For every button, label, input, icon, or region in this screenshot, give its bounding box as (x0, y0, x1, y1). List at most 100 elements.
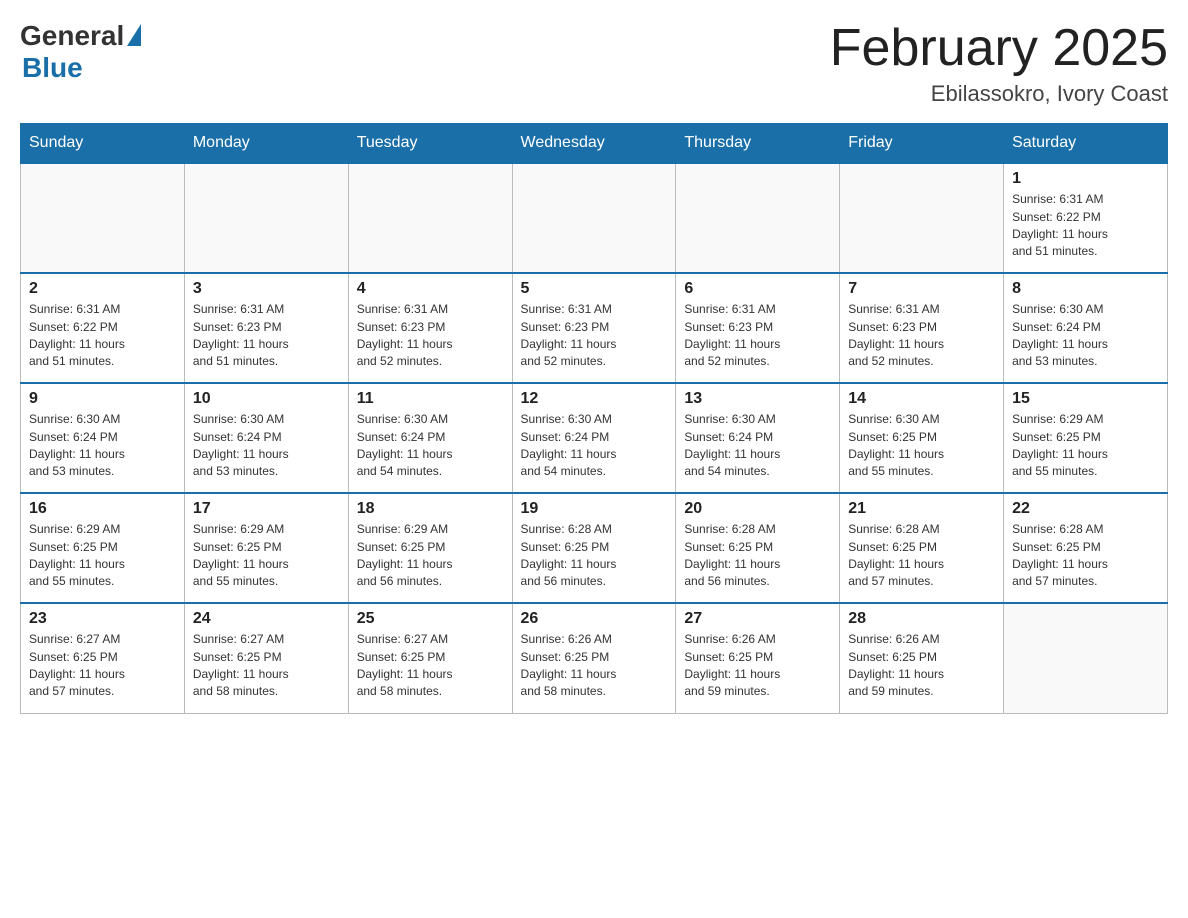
day-header-saturday: Saturday (1004, 124, 1168, 164)
day-info: Sunrise: 6:31 AMSunset: 6:23 PMDaylight:… (193, 301, 340, 371)
calendar-cell: 13 Sunrise: 6:30 AMSunset: 6:24 PMDayligh… (676, 383, 840, 493)
header: General Blue February 2025 Ebilassokro, … (20, 20, 1168, 107)
day-info: Sunrise: 6:28 AMSunset: 6:25 PMDaylight:… (1012, 521, 1159, 591)
day-info: Sunrise: 6:31 AMSunset: 6:22 PMDaylight:… (29, 301, 176, 371)
calendar-cell: 16 Sunrise: 6:29 AMSunset: 6:25 PMDayligh… (21, 493, 185, 603)
day-number: 19 (521, 500, 668, 518)
day-info: Sunrise: 6:26 AMSunset: 6:25 PMDaylight:… (521, 631, 668, 701)
calendar-cell: 18Sunrise: 6:29 AMSunset: 6:25 PMDayligh… (348, 493, 512, 603)
calendar-body: 1 Sunrise: 6:31 AMSunset: 6:22 PMDaylight… (21, 163, 1168, 713)
calendar-cell (840, 163, 1004, 273)
week-row-5: 23 Sunrise: 6:27 AMSunset: 6:25 PMDayligh… (21, 603, 1168, 713)
day-info: Sunrise: 6:30 AMSunset: 6:24 PMDaylight:… (357, 411, 504, 481)
logo: General Blue (20, 20, 141, 84)
calendar-cell: 19 Sunrise: 6:28 AMSunset: 6:25 PMDayligh… (512, 493, 676, 603)
day-number: 22 (1012, 500, 1159, 518)
day-number: 16 (29, 500, 176, 518)
day-header-monday: Monday (184, 124, 348, 164)
location-title: Ebilassokro, Ivory Coast (830, 81, 1168, 107)
calendar-cell (184, 163, 348, 273)
day-info: Sunrise: 6:29 AMSunset: 6:25 PMDaylight:… (1012, 411, 1159, 481)
logo-blue-text: Blue (22, 52, 83, 84)
day-header-sunday: Sunday (21, 124, 185, 164)
logo-general-text: General (20, 20, 124, 52)
day-info: Sunrise: 6:26 AMSunset: 6:25 PMDaylight:… (684, 631, 831, 701)
calendar-cell: 7 Sunrise: 6:31 AMSunset: 6:23 PMDaylight… (840, 273, 1004, 383)
calendar-cell: 1 Sunrise: 6:31 AMSunset: 6:22 PMDaylight… (1004, 163, 1168, 273)
day-info: Sunrise: 6:28 AMSunset: 6:25 PMDaylight:… (848, 521, 995, 591)
calendar-cell: 12 Sunrise: 6:30 AMSunset: 6:24 PMDayligh… (512, 383, 676, 493)
day-number: 2 (29, 280, 176, 298)
calendar-cell (676, 163, 840, 273)
header-row: SundayMondayTuesdayWednesdayThursdayFrid… (21, 124, 1168, 164)
calendar-cell (1004, 603, 1168, 713)
day-number: 27 (684, 610, 831, 628)
day-header-friday: Friday (840, 124, 1004, 164)
day-info: Sunrise: 6:31 AMSunset: 6:23 PMDaylight:… (357, 301, 504, 371)
day-info: Sunrise: 6:30 AMSunset: 6:24 PMDaylight:… (193, 411, 340, 481)
day-header-thursday: Thursday (676, 124, 840, 164)
calendar-cell: 27 Sunrise: 6:26 AMSunset: 6:25 PMDayligh… (676, 603, 840, 713)
calendar-cell: 20Sunrise: 6:28 AMSunset: 6:25 PMDayligh… (676, 493, 840, 603)
calendar-cell: 24 Sunrise: 6:27 AMSunset: 6:25 PMDayligh… (184, 603, 348, 713)
day-number: 12 (521, 390, 668, 408)
day-number: 24 (193, 610, 340, 628)
week-row-4: 16 Sunrise: 6:29 AMSunset: 6:25 PMDayligh… (21, 493, 1168, 603)
calendar-cell: 14 Sunrise: 6:30 AMSunset: 6:25 PMDayligh… (840, 383, 1004, 493)
calendar-cell: 10 Sunrise: 6:30 AMSunset: 6:24 PMDayligh… (184, 383, 348, 493)
day-info: Sunrise: 6:30 AMSunset: 6:24 PMDaylight:… (1012, 301, 1159, 371)
day-number: 13 (684, 390, 831, 408)
day-info: Sunrise: 6:27 AMSunset: 6:25 PMDaylight:… (193, 631, 340, 701)
calendar-cell: 5 Sunrise: 6:31 AMSunset: 6:23 PMDaylight… (512, 273, 676, 383)
day-info: Sunrise: 6:30 AMSunset: 6:24 PMDaylight:… (684, 411, 831, 481)
day-number: 9 (29, 390, 176, 408)
calendar-table: SundayMondayTuesdayWednesdayThursdayFrid… (20, 123, 1168, 714)
calendar-cell: 2 Sunrise: 6:31 AMSunset: 6:22 PMDaylight… (21, 273, 185, 383)
calendar-cell: 17Sunrise: 6:29 AMSunset: 6:25 PMDayligh… (184, 493, 348, 603)
calendar-cell: 25Sunrise: 6:27 AMSunset: 6:25 PMDayligh… (348, 603, 512, 713)
day-number: 7 (848, 280, 995, 298)
day-info: Sunrise: 6:29 AMSunset: 6:25 PMDaylight:… (29, 521, 176, 591)
day-number: 1 (1012, 170, 1159, 188)
day-info: Sunrise: 6:31 AMSunset: 6:23 PMDaylight:… (521, 301, 668, 371)
calendar-cell: 15 Sunrise: 6:29 AMSunset: 6:25 PMDayligh… (1004, 383, 1168, 493)
calendar-cell (21, 163, 185, 273)
day-number: 14 (848, 390, 995, 408)
day-number: 10 (193, 390, 340, 408)
calendar-cell: 6Sunrise: 6:31 AMSunset: 6:23 PMDaylight… (676, 273, 840, 383)
calendar-header: SundayMondayTuesdayWednesdayThursdayFrid… (21, 124, 1168, 164)
calendar-cell (512, 163, 676, 273)
day-number: 6 (684, 280, 831, 298)
logo-triangle-icon (127, 24, 141, 46)
day-info: Sunrise: 6:28 AMSunset: 6:25 PMDaylight:… (521, 521, 668, 591)
month-title: February 2025 (830, 20, 1168, 77)
calendar-cell: 21 Sunrise: 6:28 AMSunset: 6:25 PMDayligh… (840, 493, 1004, 603)
day-number: 21 (848, 500, 995, 518)
calendar-cell: 26 Sunrise: 6:26 AMSunset: 6:25 PMDayligh… (512, 603, 676, 713)
day-info: Sunrise: 6:30 AMSunset: 6:24 PMDaylight:… (521, 411, 668, 481)
day-number: 15 (1012, 390, 1159, 408)
title-area: February 2025 Ebilassokro, Ivory Coast (830, 20, 1168, 107)
day-number: 26 (521, 610, 668, 628)
calendar-cell (348, 163, 512, 273)
day-header-wednesday: Wednesday (512, 124, 676, 164)
week-row-1: 1 Sunrise: 6:31 AMSunset: 6:22 PMDaylight… (21, 163, 1168, 273)
day-number: 25 (357, 610, 504, 628)
day-number: 5 (521, 280, 668, 298)
week-row-3: 9 Sunrise: 6:30 AMSunset: 6:24 PMDaylight… (21, 383, 1168, 493)
day-info: Sunrise: 6:31 AMSunset: 6:22 PMDaylight:… (1012, 191, 1159, 261)
day-number: 8 (1012, 280, 1159, 298)
day-info: Sunrise: 6:26 AMSunset: 6:25 PMDaylight:… (848, 631, 995, 701)
day-info: Sunrise: 6:31 AMSunset: 6:23 PMDaylight:… (848, 301, 995, 371)
day-info: Sunrise: 6:30 AMSunset: 6:25 PMDaylight:… (848, 411, 995, 481)
day-number: 4 (357, 280, 504, 298)
day-info: Sunrise: 6:28 AMSunset: 6:25 PMDaylight:… (684, 521, 831, 591)
day-info: Sunrise: 6:27 AMSunset: 6:25 PMDaylight:… (29, 631, 176, 701)
day-info: Sunrise: 6:29 AMSunset: 6:25 PMDaylight:… (357, 521, 504, 591)
calendar-cell: 4 Sunrise: 6:31 AMSunset: 6:23 PMDaylight… (348, 273, 512, 383)
day-number: 23 (29, 610, 176, 628)
day-info: Sunrise: 6:29 AMSunset: 6:25 PMDaylight:… (193, 521, 340, 591)
day-number: 11 (357, 390, 504, 408)
week-row-2: 2 Sunrise: 6:31 AMSunset: 6:22 PMDaylight… (21, 273, 1168, 383)
day-info: Sunrise: 6:30 AMSunset: 6:24 PMDaylight:… (29, 411, 176, 481)
